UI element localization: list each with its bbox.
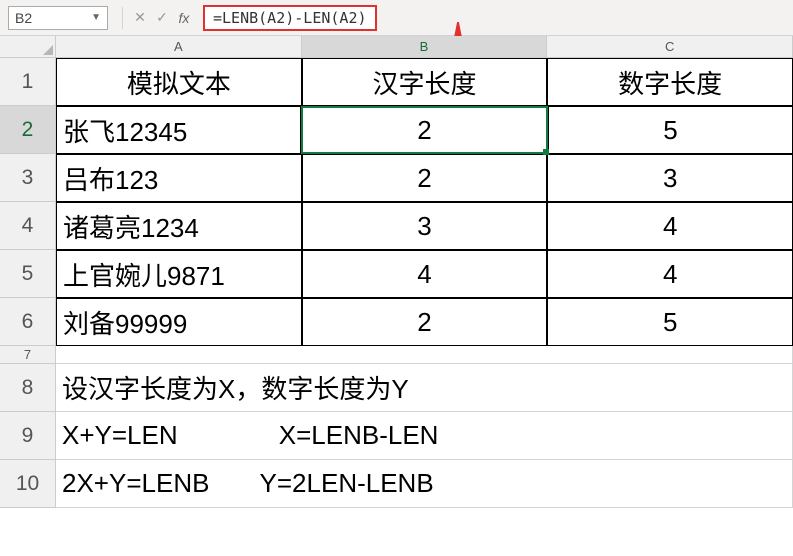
cell-b2[interactable]: 2 xyxy=(301,106,548,154)
chevron-down-icon[interactable]: ▼ xyxy=(91,12,101,23)
cell-b4[interactable]: 3 xyxy=(302,202,548,250)
cell-a10[interactable]: 2X+Y=LENB Y=2LEN-LENB xyxy=(56,460,793,508)
cell-reference: B2 xyxy=(15,10,32,26)
row-header[interactable]: 6 xyxy=(0,298,56,346)
col-header-a[interactable]: A xyxy=(56,36,302,58)
row-header[interactable]: 9 xyxy=(0,412,56,460)
cell-a6[interactable]: 刘备99999 xyxy=(56,298,302,346)
formula-input-container: =LENB(A2)-LEN(A2) xyxy=(195,0,793,35)
cell-b3[interactable]: 2 xyxy=(302,154,548,202)
cell-b1[interactable]: 汉字长度 xyxy=(302,58,548,106)
cell-a2[interactable]: 张飞12345 xyxy=(56,106,301,154)
separator xyxy=(122,7,123,29)
cell-c3[interactable]: 3 xyxy=(547,154,793,202)
cell-b5[interactable]: 4 xyxy=(302,250,548,298)
row-header[interactable]: 5 xyxy=(0,250,56,298)
cell-b6[interactable]: 2 xyxy=(302,298,548,346)
select-all-corner[interactable] xyxy=(0,36,56,58)
col-header-c[interactable]: C xyxy=(547,36,793,58)
column-headers: A B C xyxy=(0,36,793,58)
name-box[interactable]: B2 ▼ xyxy=(8,6,108,30)
cell-c1[interactable]: 数字长度 xyxy=(547,58,793,106)
row-header[interactable]: 4 xyxy=(0,202,56,250)
formula-input[interactable]: =LENB(A2)-LEN(A2) xyxy=(203,5,377,31)
row-header[interactable]: 10 xyxy=(0,460,56,508)
cell-c6[interactable]: 5 xyxy=(547,298,793,346)
cell-c4[interactable]: 4 xyxy=(547,202,793,250)
cell-a3[interactable]: 吕布123 xyxy=(56,154,302,202)
cell-a9[interactable]: X+Y=LEN X=LENB-LEN xyxy=(56,412,793,460)
accept-icon[interactable]: ✓ xyxy=(151,7,173,29)
formula-bar: B2 ▼ ✕ ✓ fx =LENB(A2)-LEN(A2) xyxy=(0,0,793,36)
cell-c2[interactable]: 5 xyxy=(548,106,793,154)
fx-icon[interactable]: fx xyxy=(173,7,195,29)
row-header[interactable]: 1 xyxy=(0,58,56,106)
cell-a4[interactable]: 诸葛亮1234 xyxy=(56,202,302,250)
col-header-b[interactable]: B xyxy=(302,36,548,58)
row-header[interactable]: 8 xyxy=(0,364,56,412)
cell-a1[interactable]: 模拟文本 xyxy=(56,58,302,106)
spreadsheet-grid: A B C 1模拟文本汉字长度数字长度2张飞12345253吕布123234诸葛… xyxy=(0,36,793,508)
cell-c5[interactable]: 4 xyxy=(547,250,793,298)
cell-a5[interactable]: 上官婉儿9871 xyxy=(56,250,302,298)
row-header[interactable]: 7 xyxy=(0,346,56,364)
cell-a7[interactable] xyxy=(56,346,793,364)
row-header[interactable]: 2 xyxy=(0,106,56,154)
cell-a8[interactable]: 设汉字长度为X，数字长度为Y xyxy=(56,364,793,412)
cancel-icon[interactable]: ✕ xyxy=(129,7,151,29)
row-header[interactable]: 3 xyxy=(0,154,56,202)
